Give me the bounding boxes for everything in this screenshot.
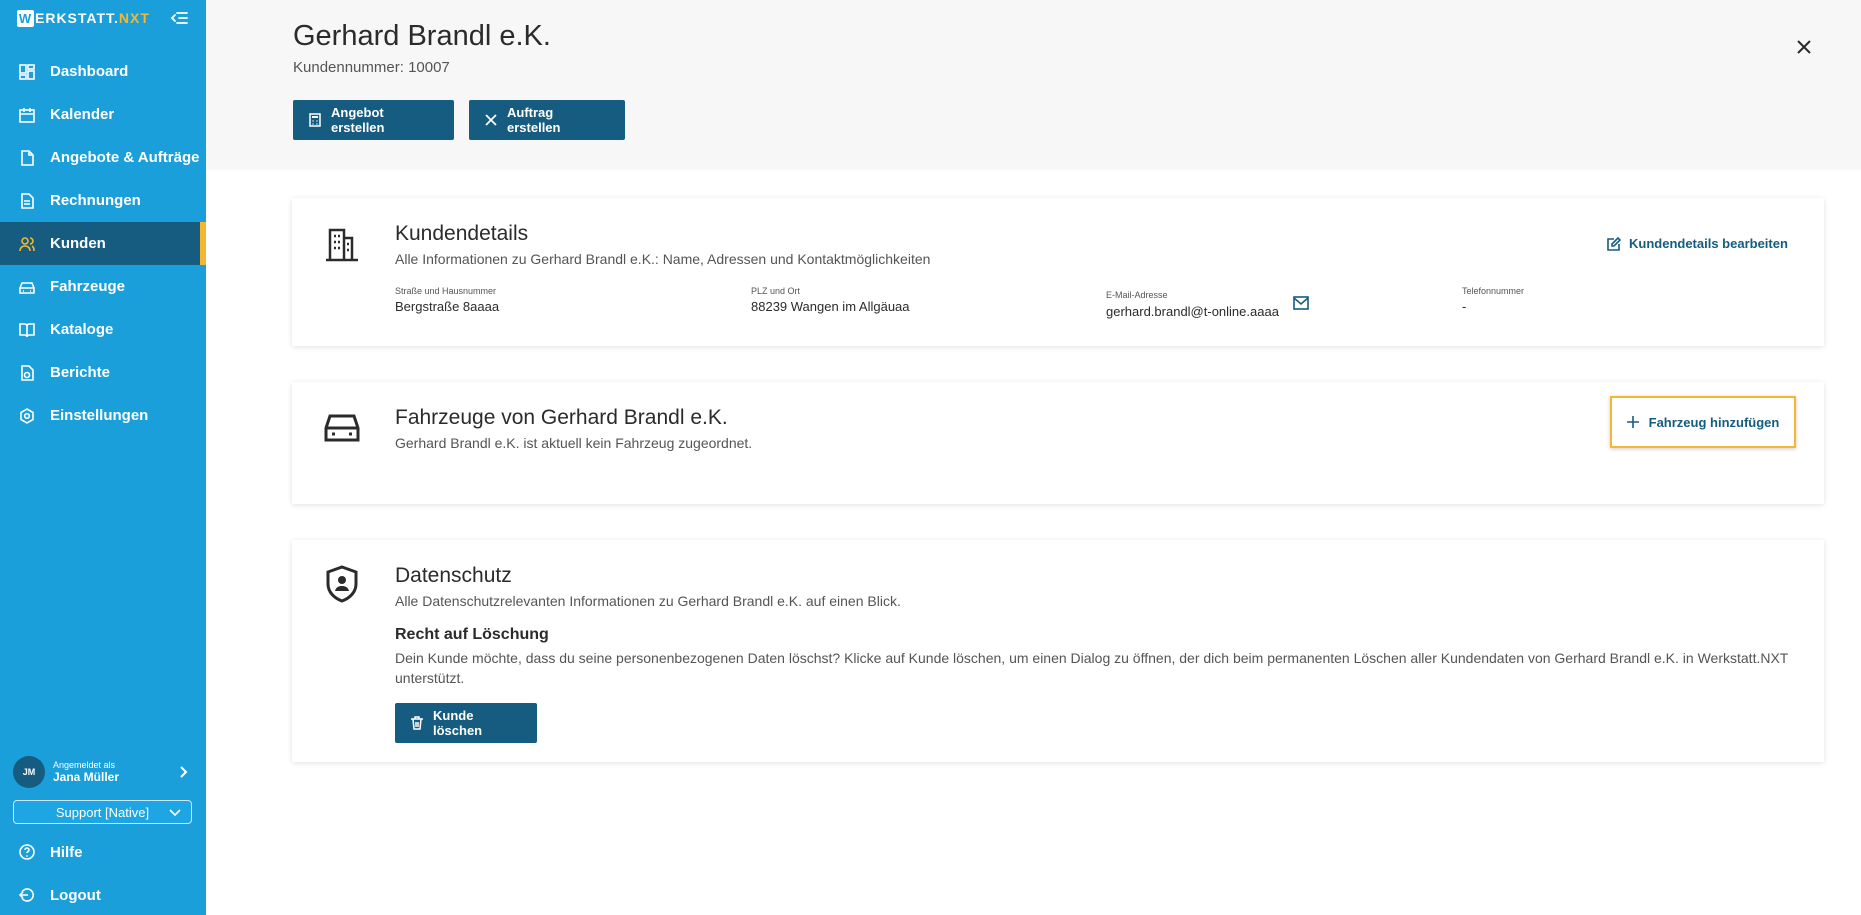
dashboard-icon [19, 63, 35, 80]
phone-value: - [1462, 299, 1467, 314]
customer-details-desc: Alle Informationen zu Gerhard Brandl e.K… [395, 251, 931, 267]
deletion-right-text: Dein Kunde möchte, dass du seine persone… [395, 650, 1789, 686]
car-icon [324, 414, 360, 442]
create-order-label: Auftrag erstellen [507, 105, 561, 135]
sidebar-item-label: Kalender [50, 106, 115, 123]
privacy-title: Datenschutz [395, 564, 512, 587]
page-header: Gerhard Brandl e.K. Kundennummer: 10007 … [206, 0, 1861, 170]
sidebar: W ERKSTATT. NXT Dashboard Kalender Angebot… [0, 0, 206, 915]
email-label: E-Mail-Adresse [1106, 290, 1168, 300]
street-label: Straße und Hausnummer [395, 286, 497, 296]
tools-icon [484, 113, 498, 127]
vehicles-desc: Gerhard Brandl e.K. ist aktuell kein Fah… [395, 435, 753, 451]
deletion-right-title: Recht auf Löschung [395, 626, 549, 643]
sidebar-item-kalender[interactable]: Kalender [0, 93, 206, 136]
sidebar-item-label: Berichte [50, 364, 111, 381]
gear-icon [19, 407, 35, 424]
page-title: Gerhard Brandl e.K. [293, 20, 551, 52]
edit-customer-details-label: Kundendetails bearbeiten [1629, 236, 1788, 251]
logout-link[interactable]: Logout [0, 875, 206, 915]
close-icon[interactable] [1796, 39, 1812, 55]
sidebar-item-label: Fahrzeuge [50, 278, 126, 295]
logout-icon [19, 887, 35, 903]
logo-w: W [17, 9, 34, 27]
privacy-card: Datenschutz Alle Datenschutzrelevanten I… [292, 540, 1824, 762]
customer-details-title: Kundendetails [395, 222, 529, 245]
support-select-value: Support [Native] [55, 804, 150, 820]
users-icon [19, 236, 35, 252]
logged-in-label: Angemeldet als [53, 760, 116, 770]
email-value: gerhard.brandl@t-online.aaaa [1106, 304, 1279, 319]
edit-icon [1607, 236, 1621, 251]
building-icon [326, 228, 358, 262]
sidebar-item-label: Rechnungen [50, 192, 141, 209]
avatar: JM [13, 756, 45, 788]
trash-icon [410, 716, 424, 730]
sidebar-item-einstellungen[interactable]: Einstellungen [0, 394, 206, 437]
sidebar-item-dashboard[interactable]: Dashboard [0, 50, 206, 93]
sidebar-item-berichte[interactable]: Berichte [0, 351, 206, 394]
sidebar-item-fahrzeuge[interactable]: Fahrzeuge [0, 265, 206, 308]
sidebar-item-label: Kunden [50, 235, 106, 252]
user-name: Jana Müller [53, 770, 120, 784]
sidebar-item-rechnungen[interactable]: Rechnungen [0, 179, 206, 222]
phone-label: Telefonnummer [1462, 286, 1525, 296]
add-vehicle-label: Fahrzeug hinzufügen [1648, 414, 1780, 430]
add-vehicle-button[interactable]: Fahrzeug hinzufügen [1610, 396, 1796, 448]
user-menu[interactable]: JM Angemeldet als Jana Müller [0, 752, 206, 792]
book-icon [19, 322, 35, 338]
help-link[interactable]: Hilfe [0, 832, 206, 872]
logo-row: W ERKSTATT. NXT [0, 0, 206, 36]
customer-details-card: Kundendetails Alle Informationen zu Gerh… [292, 198, 1824, 346]
create-order-button[interactable]: Auftrag erstellen [469, 100, 625, 140]
city-label: PLZ und Ort [751, 286, 801, 296]
plus-icon [1626, 416, 1639, 428]
main-nav: Dashboard Kalender Angebote & Aufträge R… [0, 50, 206, 437]
logo-main: ERKSTATT. [35, 10, 119, 26]
sidebar-item-angebote[interactable]: Angebote & Aufträge [0, 136, 206, 179]
sidebar-item-label: Einstellungen [50, 407, 149, 424]
app-logo[interactable]: W ERKSTATT. NXT [17, 9, 150, 27]
sidebar-item-label: Kataloge [50, 321, 114, 338]
vehicles-card: Fahrzeuge von Gerhard Brandl e.K. Gerhar… [292, 382, 1824, 504]
edit-customer-details-button[interactable]: Kundendetails bearbeiten [1607, 236, 1788, 251]
logout-label: Logout [50, 886, 101, 904]
chevron-down-icon [169, 809, 181, 817]
privacy-desc: Alle Datenschutzrelevanten Informationen… [395, 593, 901, 609]
sidebar-item-kunden[interactable]: Kunden [0, 222, 206, 265]
sidebar-item-label: Dashboard [50, 63, 129, 80]
create-offer-label: Angebot erstellen [331, 105, 385, 135]
help-label: Hilfe [50, 843, 83, 861]
support-select[interactable]: Support [Native] [13, 800, 192, 824]
vehicles-title: Fahrzeuge von Gerhard Brandl e.K. [395, 406, 728, 429]
user-info: Angemeldet als Jana Müller [53, 760, 119, 784]
create-offer-button[interactable]: Angebot erstellen [293, 100, 454, 140]
car-icon [19, 279, 35, 295]
help-icon [19, 844, 35, 860]
delete-customer-button[interactable]: Kunde löschen [395, 703, 537, 743]
customer-number: Kundennummer: 10007 [293, 59, 450, 76]
collapse-sidebar-icon[interactable] [170, 11, 188, 25]
city-value: 88239 Wangen im Allgäuaa [751, 299, 910, 314]
chevron-right-icon [180, 766, 188, 778]
sidebar-item-kataloge[interactable]: Kataloge [0, 308, 206, 351]
document-icon [19, 149, 35, 166]
street-value: Bergstraße 8aaaa [395, 299, 500, 314]
calendar-icon [19, 107, 35, 123]
calculator-icon [308, 113, 322, 127]
logo-accent: NXT [118, 10, 150, 26]
delete-customer-label: Kunde löschen [433, 708, 483, 738]
shield-user-icon [326, 565, 358, 603]
mail-icon[interactable] [1293, 296, 1309, 310]
invoice-icon [19, 192, 35, 209]
report-icon [19, 364, 35, 381]
sidebar-item-label: Angebote & Aufträge [50, 149, 200, 166]
